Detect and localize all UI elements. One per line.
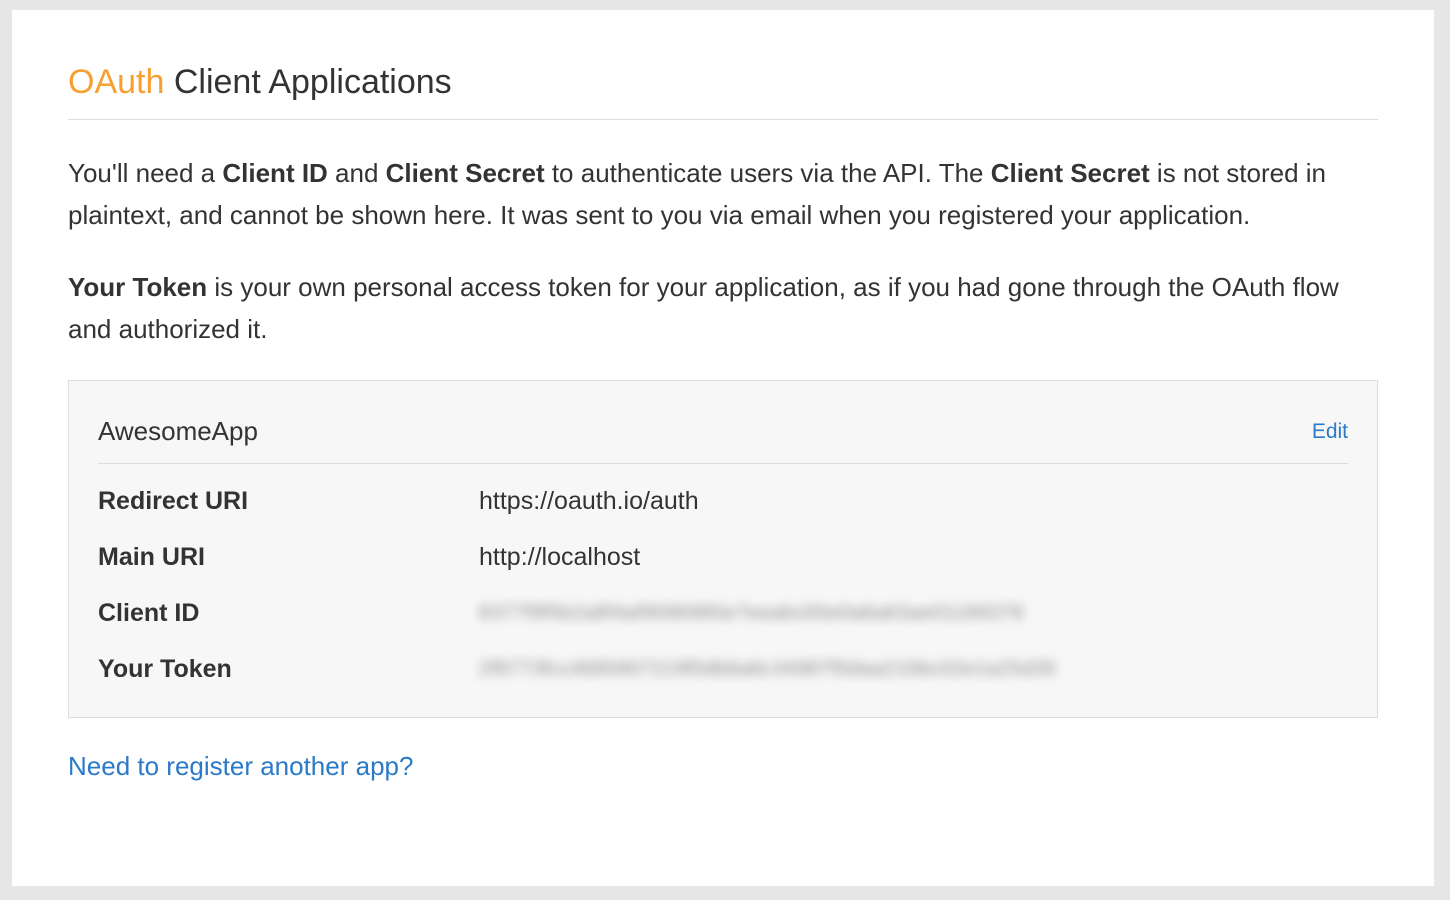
field-row-redirect-uri: Redirect URI https://oauth.io/auth bbox=[98, 481, 1348, 521]
field-row-main-uri: Main URI http://localhost bbox=[98, 537, 1348, 577]
field-label: Redirect URI bbox=[98, 487, 249, 515]
intro-bold-client-secret-2: Client Secret bbox=[990, 158, 1150, 188]
intro-paragraph-token: Your Token is your own personal access t… bbox=[68, 266, 1378, 350]
app-card-header: AwesomeApp Edit bbox=[98, 381, 1348, 464]
intro-bold-client-secret: Client Secret bbox=[385, 158, 545, 188]
intro-text: to authenticate users via the API. The bbox=[544, 158, 991, 188]
field-row-your-token: Your Token 2f8773fcc4685907219f0db6a6c34… bbox=[98, 649, 1348, 689]
field-label: Client ID bbox=[98, 599, 200, 627]
intro-paragraph-secret: You'll need a Client ID and Client Secre… bbox=[68, 152, 1378, 236]
app-card: AwesomeApp Edit Redirect URI https://oau… bbox=[68, 380, 1378, 718]
edit-app-link[interactable]: Edit bbox=[1312, 419, 1348, 445]
field-value: http://localhost bbox=[479, 543, 641, 571]
field-row-client-id: Client ID 8377f9f5b2a8f4af9096985e7eeabc… bbox=[98, 593, 1348, 633]
title-rest: Client Applications bbox=[173, 63, 452, 101]
intro-text: You'll need a bbox=[68, 158, 223, 188]
field-label: Your Token bbox=[98, 655, 232, 683]
intro-text: is your own personal access token for yo… bbox=[68, 272, 1339, 344]
client-id-value-blurred: 8377f9f5b2a8f4af9096985e7eeabc65e0a6a63a… bbox=[479, 602, 1024, 624]
intro-bold-client-id: Client ID bbox=[222, 158, 328, 188]
oauth-content: OAuth Client Applications You'll need a … bbox=[68, 10, 1378, 782]
oauth-panel: OAuth Client Applications You'll need a … bbox=[12, 10, 1434, 886]
app-name: AwesomeApp bbox=[98, 416, 258, 446]
intro-bold-your-token: Your Token bbox=[68, 272, 208, 302]
token-value-blurred: 2f8773fcc4685907219f0db6a6c34987f0daa210… bbox=[479, 658, 1057, 680]
title-brand: OAuth bbox=[68, 63, 165, 101]
field-label: Main URI bbox=[98, 543, 205, 571]
intro-text: and bbox=[327, 158, 386, 188]
field-value: https://oauth.io/auth bbox=[479, 487, 699, 515]
register-app-link[interactable]: Need to register another app? bbox=[68, 750, 413, 782]
page-title: OAuth Client Applications bbox=[68, 10, 1378, 120]
